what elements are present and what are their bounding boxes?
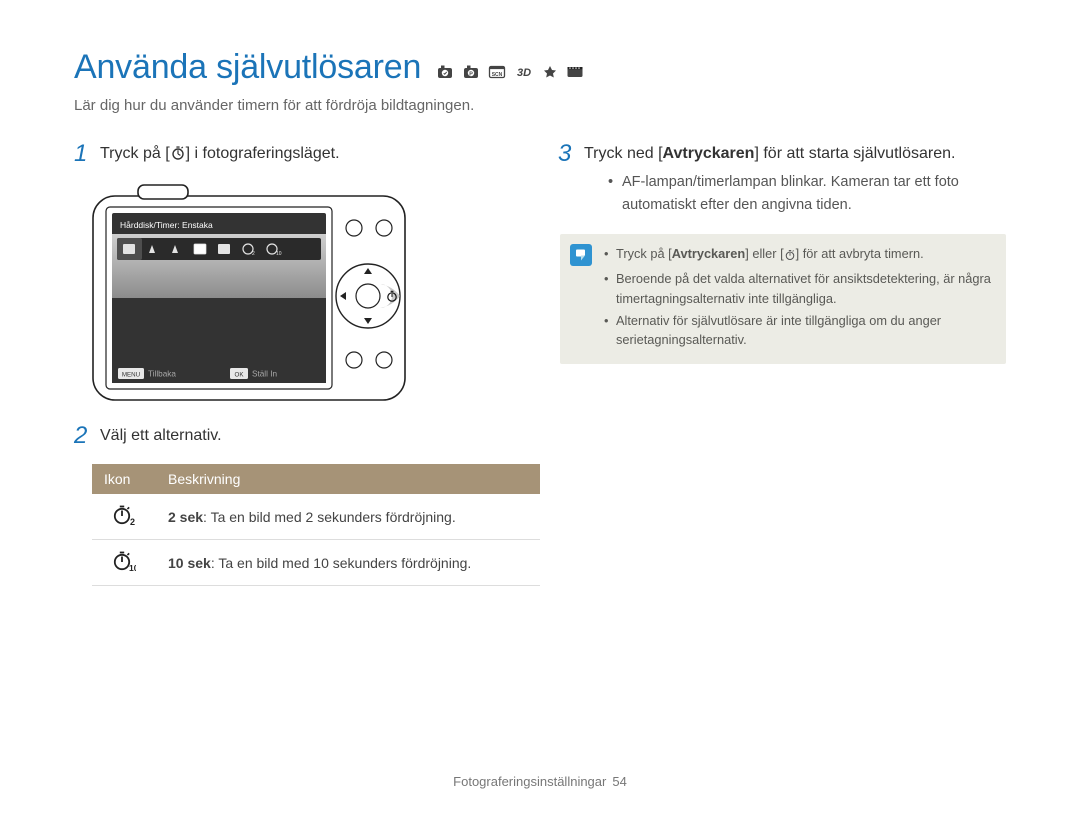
option-desc: 2 sek: Ta en bild med 2 sekunders fördrö…: [156, 494, 540, 540]
mode-3d-icon: 3D: [513, 64, 535, 80]
mode-program-icon: P: [461, 64, 481, 80]
page-subtitle: Lär dig hur du använder timern för att f…: [74, 97, 1006, 114]
page-title: Använda självutlösaren: [74, 48, 421, 87]
svg-text:2: 2: [130, 517, 135, 526]
mode-icon-row: P SCN 3D: [435, 64, 585, 80]
timer-button-icon: [784, 247, 796, 267]
svg-text:OK: OK: [235, 371, 245, 378]
table-row: 2 2 sek: Ta en bild med 2 sekunders förd…: [92, 494, 540, 540]
options-table: Ikon Beskrivning 2 2 sek: Ta en bild med…: [92, 464, 540, 586]
step3-bullet: AF-lampan/timerlampan blinkar. Kameran t…: [608, 171, 1006, 216]
option-desc: 10 sek: Ta en bild med 10 sekunders förd…: [156, 540, 540, 586]
timer-2sec-icon: 2: [92, 494, 156, 540]
step2-text: Välj ett alternativ.: [100, 424, 222, 448]
svg-text:10: 10: [276, 251, 282, 257]
svg-text:2: 2: [252, 251, 255, 257]
svg-text:P: P: [469, 71, 473, 77]
svg-text:10: 10: [129, 563, 136, 572]
step-number-2: 2: [74, 424, 90, 448]
note-item: Tryck på [Avtryckaren] eller [] för att …: [604, 244, 992, 267]
svg-text:SCN: SCN: [492, 72, 503, 78]
svg-text:Ställ In: Ställ In: [252, 370, 277, 379]
timer-10sec-icon: 10: [92, 540, 156, 586]
note-icon: [570, 244, 592, 266]
note-item: Beroende på det valda alternativet för a…: [604, 269, 992, 309]
mode-magic-icon: [541, 64, 559, 80]
timer-button-icon: [170, 145, 186, 168]
page-footer: Fotograferingsinställningar54: [0, 774, 1080, 789]
mode-scene-icon: SCN: [487, 64, 507, 80]
step1-text: Tryck på [] i fotograferingsläget.: [100, 142, 340, 168]
svg-text:MENU: MENU: [122, 371, 140, 378]
note-item: Alternativ för självutlösare är inte til…: [604, 311, 992, 351]
table-row: 10 10 sek: Ta en bild med 10 sekunders f…: [92, 540, 540, 586]
svg-text:3D: 3D: [517, 67, 531, 79]
mode-smart-icon: [435, 64, 455, 80]
options-header-desc: Beskrivning: [156, 464, 540, 494]
svg-text:Tillbaka: Tillbaka: [148, 370, 176, 379]
step-number-3: 3: [558, 142, 574, 216]
note-box: Tryck på [Avtryckaren] eller [] för att …: [560, 234, 1006, 364]
lcd-title: Hårddisk/Timer: Enstaka: [120, 220, 213, 230]
camera-illustration: Hårddisk/Timer: Enstaka: [92, 184, 522, 402]
step3-text: Tryck ned [Avtryckaren] för att starta s…: [584, 142, 1006, 216]
step-number-1: 1: [74, 142, 90, 168]
options-header-icon: Ikon: [92, 464, 156, 494]
mode-movie-icon: [565, 64, 585, 80]
